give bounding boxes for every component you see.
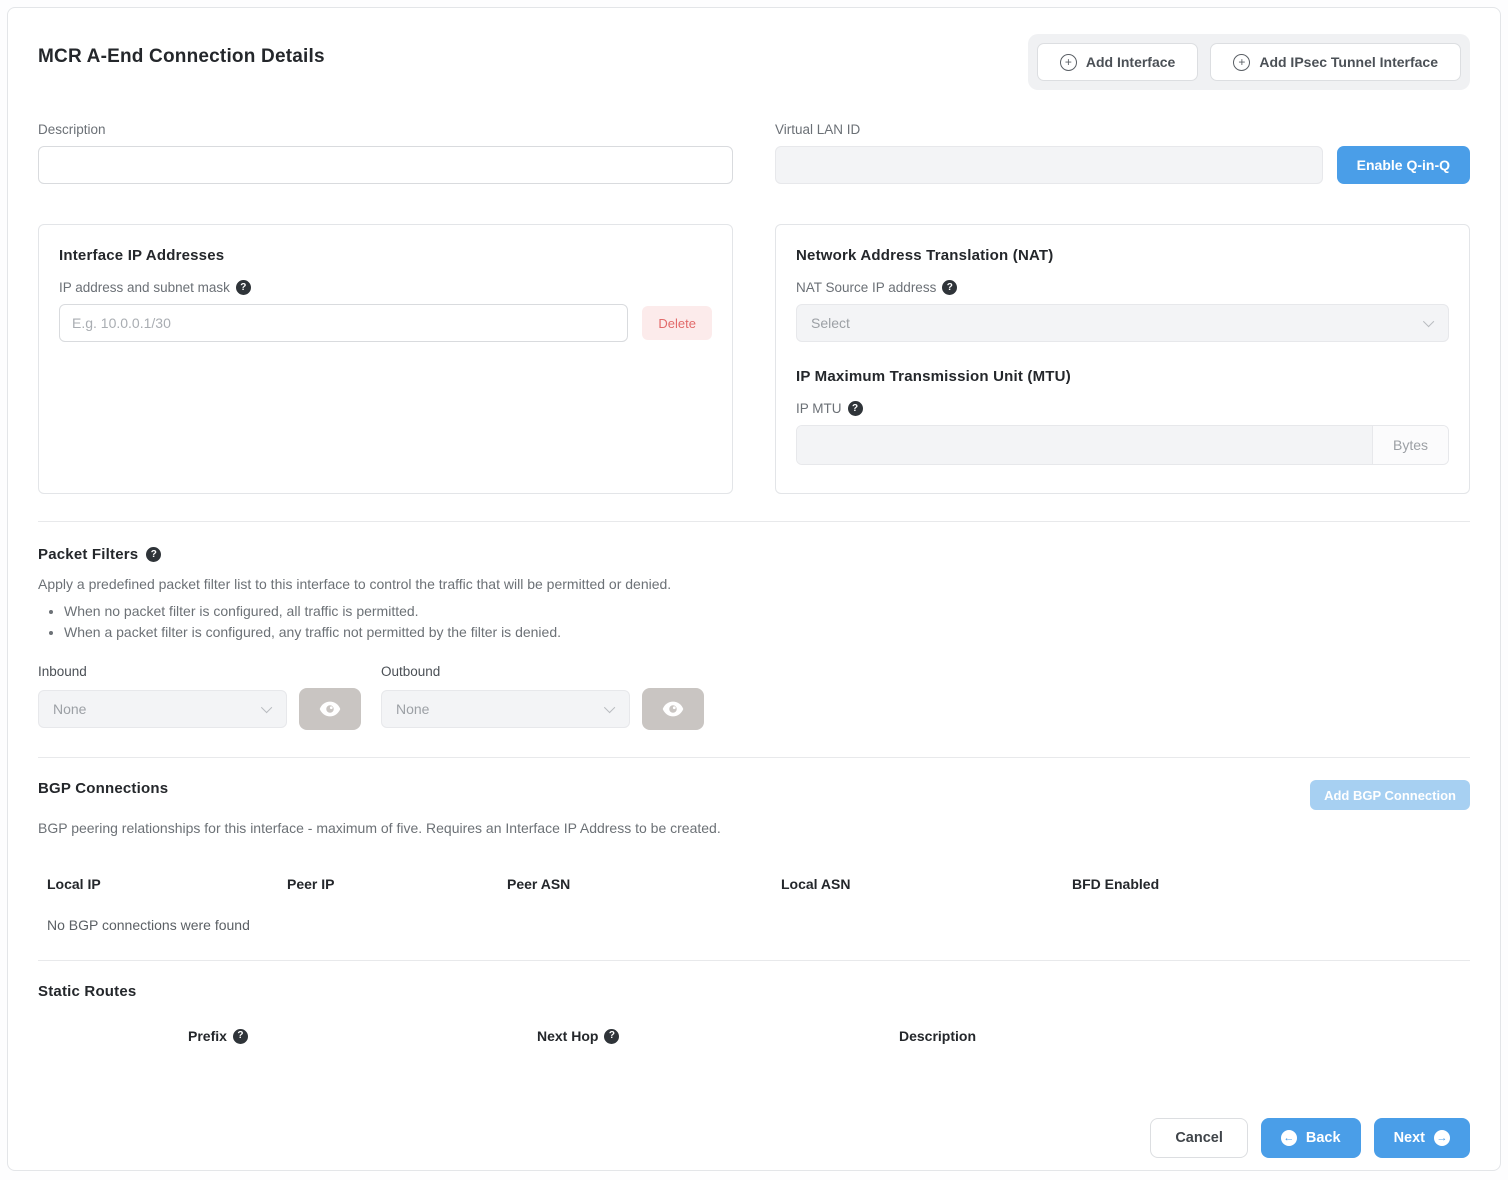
packet-filters-description: Apply a predefined packet filter list to…	[38, 576, 1470, 592]
vlan-input	[775, 146, 1323, 184]
cancel-button[interactable]: Cancel	[1150, 1118, 1248, 1158]
prefix-col-label: Prefix	[188, 1028, 227, 1044]
filters-controls-row: Inbound None Outboun	[38, 664, 1470, 730]
vlan-label: Virtual LAN ID	[775, 122, 1470, 137]
outbound-select: None	[381, 690, 630, 728]
mtu-input-group: Bytes	[796, 425, 1449, 465]
inbound-filter-group: Inbound None	[38, 664, 361, 730]
inbound-select-value: None	[53, 701, 86, 717]
nat-source-label: NAT Source IP address	[796, 280, 936, 295]
packet-filters-heading: Packet Filters	[38, 546, 138, 563]
nat-mtu-card: Network Address Translation (NAT) NAT So…	[775, 224, 1470, 494]
bgp-col-local-ip: Local IP	[47, 876, 287, 892]
description-input[interactable]	[38, 146, 733, 184]
enable-qinq-button[interactable]: Enable Q-in-Q	[1337, 146, 1470, 184]
section-divider	[38, 960, 1470, 961]
nat-source-select: Select	[796, 304, 1449, 342]
add-ipsec-label: Add IPsec Tunnel Interface	[1259, 54, 1438, 70]
connection-details-panel: MCR A-End Connection Details + Add Inter…	[7, 7, 1501, 1171]
vlan-field-group: Virtual LAN ID Enable Q-in-Q	[775, 122, 1470, 184]
view-inbound-filter-button	[299, 688, 361, 730]
back-button[interactable]: ← Back	[1261, 1118, 1361, 1158]
interface-ip-heading: Interface IP Addresses	[59, 247, 712, 264]
delete-ip-button[interactable]: Delete	[642, 306, 712, 340]
outbound-select-value: None	[396, 701, 429, 717]
static-routes-section: Static Routes Prefix ? Next Hop ? Descri…	[38, 983, 1470, 1050]
section-divider	[38, 521, 1470, 522]
static-routes-col-description: Description	[899, 1028, 976, 1044]
static-routes-col-prefix: Prefix ?	[188, 1028, 248, 1044]
top-fields-row: Description Virtual LAN ID Enable Q-in-Q	[38, 122, 1470, 184]
interface-ip-card: Interface IP Addresses IP address and su…	[38, 224, 733, 494]
help-icon[interactable]: ?	[236, 280, 251, 295]
ip-mtu-label-row: IP MTU ?	[796, 401, 1449, 416]
help-icon[interactable]: ?	[848, 401, 863, 416]
packet-filters-section: Packet Filters ? Apply a predefined pack…	[38, 546, 1470, 730]
next-button[interactable]: Next →	[1374, 1118, 1470, 1158]
next-label: Next	[1394, 1130, 1425, 1146]
description-label: Description	[38, 122, 733, 137]
arrow-right-circle-icon: →	[1434, 1130, 1450, 1146]
static-routes-heading: Static Routes	[38, 983, 1470, 1000]
footer-actions: Cancel ← Back Next →	[38, 1118, 1470, 1158]
add-ipsec-tunnel-button[interactable]: + Add IPsec Tunnel Interface	[1210, 43, 1461, 81]
arrow-left-circle-icon: ←	[1281, 1130, 1297, 1146]
eye-icon	[662, 701, 684, 717]
inbound-select: None	[38, 690, 287, 728]
help-icon[interactable]: ?	[146, 547, 161, 562]
ip-address-input[interactable]	[59, 304, 628, 342]
next-hop-col-label: Next Hop	[537, 1028, 598, 1044]
mtu-unit-addon: Bytes	[1372, 426, 1448, 464]
chevron-down-icon	[604, 702, 615, 713]
ip-subnet-label-row: IP address and subnet mask ?	[59, 280, 712, 295]
packet-filters-bullet-list: When no packet filter is configured, all…	[38, 603, 1470, 640]
plus-circle-icon: +	[1060, 54, 1077, 71]
packet-filters-heading-row: Packet Filters ?	[38, 546, 1470, 563]
chevron-down-icon	[261, 702, 272, 713]
section-divider	[38, 757, 1470, 758]
bgp-col-peer-asn: Peer ASN	[507, 876, 781, 892]
plus-circle-icon: +	[1233, 54, 1250, 71]
nat-heading: Network Address Translation (NAT)	[796, 247, 1449, 264]
page-title: MCR A-End Connection Details	[38, 46, 325, 68]
packet-filters-bullet: When a packet filter is configured, any …	[64, 624, 1470, 640]
back-label: Back	[1306, 1130, 1341, 1146]
bgp-table-header: Local IP Peer IP Peer ASN Local ASN BFD …	[38, 876, 1470, 892]
bgp-heading: BGP Connections	[38, 780, 168, 797]
packet-filters-bullet: When no packet filter is configured, all…	[64, 603, 1470, 619]
view-outbound-filter-button	[642, 688, 704, 730]
inbound-label: Inbound	[38, 664, 361, 679]
outbound-label: Outbound	[381, 664, 704, 679]
outbound-filter-group: Outbound None	[381, 664, 704, 730]
ip-mtu-label: IP MTU	[796, 401, 842, 416]
add-bgp-connection-button: Add BGP Connection	[1310, 780, 1470, 810]
chevron-down-icon	[1423, 316, 1434, 327]
bgp-col-bfd-enabled: BFD Enabled	[1072, 876, 1470, 892]
help-icon[interactable]: ?	[604, 1029, 619, 1044]
add-interface-button[interactable]: + Add Interface	[1037, 43, 1198, 81]
bgp-col-local-asn: Local ASN	[781, 876, 1072, 892]
eye-icon	[319, 701, 341, 717]
add-interface-label: Add Interface	[1086, 54, 1175, 70]
header: MCR A-End Connection Details + Add Inter…	[38, 34, 1470, 90]
nat-select-placeholder: Select	[811, 315, 850, 331]
interface-actions-group: + Add Interface + Add IPsec Tunnel Inter…	[1028, 34, 1470, 90]
static-routes-col-next-hop: Next Hop ?	[537, 1028, 619, 1044]
mtu-heading: IP Maximum Transmission Unit (MTU)	[796, 368, 1449, 385]
bgp-col-peer-ip: Peer IP	[287, 876, 507, 892]
nat-source-label-row: NAT Source IP address ?	[796, 280, 1449, 295]
description-col-label: Description	[899, 1028, 976, 1044]
help-icon[interactable]: ?	[233, 1029, 248, 1044]
bgp-empty-message: No BGP connections were found	[38, 917, 1470, 933]
cards-row: Interface IP Addresses IP address and su…	[38, 224, 1470, 494]
bgp-description: BGP peering relationships for this inter…	[38, 820, 1470, 836]
bgp-section: BGP Connections Add BGP Connection BGP p…	[38, 780, 1470, 933]
description-field-group: Description	[38, 122, 733, 184]
mtu-input	[797, 426, 1372, 464]
ip-subnet-label: IP address and subnet mask	[59, 280, 230, 295]
help-icon[interactable]: ?	[942, 280, 957, 295]
static-routes-header: Prefix ? Next Hop ? Description	[38, 1028, 1470, 1050]
